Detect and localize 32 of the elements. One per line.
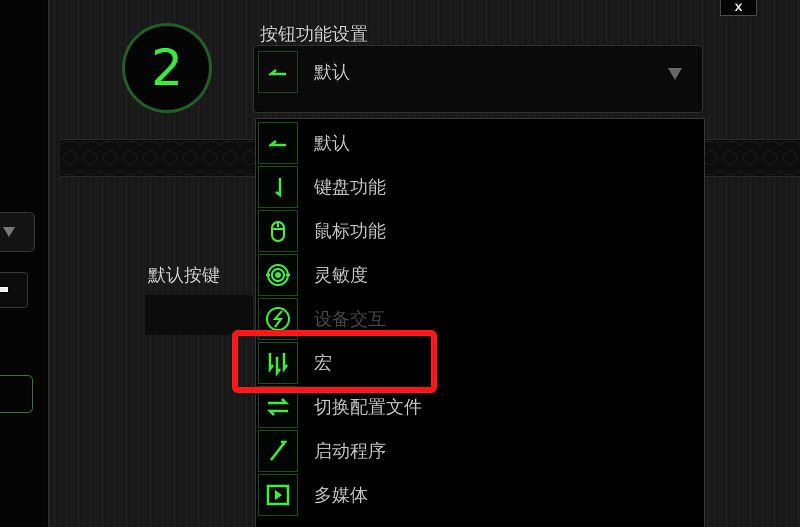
dropdown-value: 默认 bbox=[314, 61, 350, 84]
function-dropdown[interactable]: 默认 bbox=[253, 45, 703, 113]
menu-item-label: 多媒体 bbox=[314, 484, 368, 507]
menu-item[interactable]: 切换配置文件 bbox=[256, 385, 704, 429]
menu-item[interactable]: 键盘功能 bbox=[256, 165, 704, 209]
menu-item-label: 启动程序 bbox=[314, 440, 386, 463]
menu-item[interactable]: 灵敏度 bbox=[256, 253, 704, 297]
function-setting-label: 按钮功能设置 bbox=[260, 23, 369, 45]
menu-item-label: 鼠标功能 bbox=[314, 220, 386, 243]
menu-item-label: 切换配置文件 bbox=[314, 396, 422, 419]
menu-item[interactable]: 鼠标功能 bbox=[256, 209, 704, 253]
key-field[interactable] bbox=[0, 272, 28, 308]
caret-icon bbox=[3, 227, 15, 237]
key-glyph-icon bbox=[0, 287, 8, 293]
lightning-circle-icon bbox=[264, 305, 292, 333]
menu-item[interactable]: 多媒体 bbox=[256, 473, 704, 517]
menu-item[interactable]: 默认 bbox=[256, 121, 704, 165]
menu-item-label: 设备交互 bbox=[314, 308, 386, 331]
menu-item-label: 宏 bbox=[314, 352, 332, 375]
caret-icon bbox=[668, 68, 682, 80]
button-number: 2 bbox=[122, 23, 212, 113]
menu-item-label: 键盘功能 bbox=[314, 176, 386, 199]
default-key-field[interactable] bbox=[145, 295, 253, 335]
menu-item[interactable]: 启动程序 bbox=[256, 429, 704, 473]
default-key-label: 默认按键 bbox=[148, 264, 220, 287]
menu-item-label: 默认 bbox=[314, 132, 350, 155]
dropdown[interactable] bbox=[0, 212, 35, 252]
close-button[interactable]: x bbox=[720, 0, 757, 16]
menu-item[interactable]: 宏 bbox=[256, 341, 704, 385]
outline-button[interactable] bbox=[0, 375, 33, 413]
target-icon bbox=[264, 261, 292, 289]
menu-item-label: 灵敏度 bbox=[314, 264, 368, 287]
